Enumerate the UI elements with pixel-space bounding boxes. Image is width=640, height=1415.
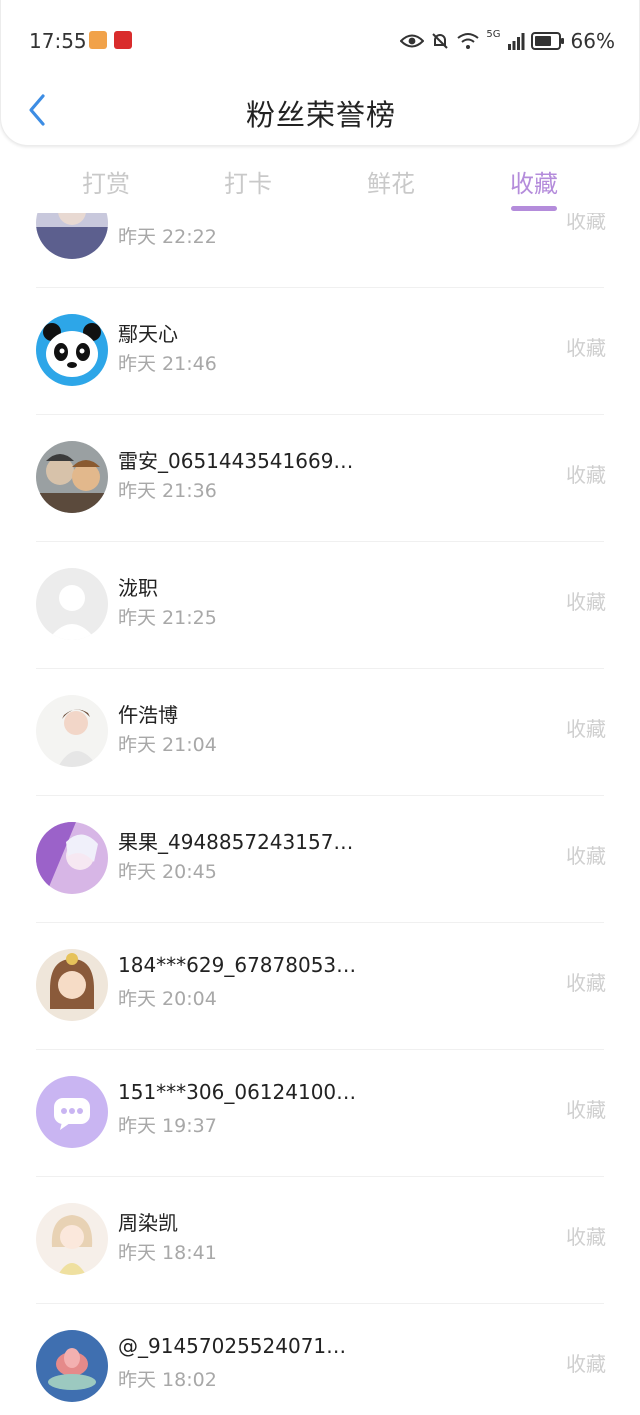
avatar — [36, 1203, 108, 1275]
avatar — [36, 949, 108, 1021]
timestamp: 昨天 22:22 — [118, 226, 217, 248]
timestamp: 昨天 20:45 — [118, 861, 217, 883]
status-time: 17:55 — [29, 29, 87, 53]
user-name: 鄢天心 — [118, 322, 178, 346]
list-item[interactable]: @_914570255240713846 昨天 18:02 收藏 — [0, 1304, 640, 1415]
avatar — [36, 1076, 108, 1148]
wifi-icon — [457, 33, 480, 49]
list-item[interactable]: 仵浩博 昨天 21:04 收藏 — [0, 669, 640, 796]
avatar — [36, 441, 108, 513]
tab-checkin[interactable]: 打卡 — [178, 164, 318, 199]
avatar — [36, 314, 108, 386]
list-item[interactable]: 泷职 昨天 21:25 收藏 — [0, 542, 640, 669]
tab-label: 鲜花 — [367, 170, 415, 198]
timestamp: 昨天 21:46 — [118, 353, 217, 375]
timestamp: 昨天 18:02 — [118, 1369, 217, 1391]
user-name: 泷职 — [118, 576, 158, 600]
user-name: 仵浩博 — [118, 703, 178, 727]
network-label: 5G — [486, 28, 501, 40]
mute-bell-icon — [432, 33, 449, 49]
tab-bar: 打赏 打卡 鲜花 收藏 — [0, 156, 640, 216]
favorite-label: 收藏 — [566, 590, 606, 614]
battery-percent: 66% — [570, 29, 615, 53]
timestamp: 昨天 21:04 — [118, 734, 217, 756]
avatar — [36, 1330, 108, 1402]
status-icons: 5G 66% — [400, 29, 615, 53]
notification-app-icon — [89, 31, 107, 49]
avatar — [36, 213, 108, 259]
list-item[interactable]: 周染凯 昨天 18:41 收藏 — [0, 1177, 640, 1304]
list-item[interactable]: 鄢天心 昨天 21:46 收藏 — [0, 288, 640, 415]
tab-flowers[interactable]: 鲜花 — [321, 164, 461, 199]
page-title: 粉丝荣誉榜 — [245, 98, 396, 132]
fan-list[interactable]: 昨天 22:22 收藏 鄢天心 昨天 21:46 收藏 雷安_065144354… — [0, 213, 640, 1415]
user-name: 184***629_6787805384 — [118, 953, 358, 977]
timestamp: 昨天 19:37 — [118, 1115, 217, 1137]
favorite-label: 收藏 — [566, 844, 606, 868]
timestamp: 昨天 20:04 — [118, 988, 217, 1010]
battery-icon — [530, 32, 564, 50]
favorite-label: 收藏 — [566, 1225, 606, 1249]
navigation-bar: 粉丝荣誉榜 — [1, 84, 640, 142]
favorite-label: 收藏 — [566, 463, 606, 487]
timestamp: 昨天 18:41 — [118, 1242, 217, 1264]
favorite-label: 收藏 — [566, 717, 606, 741]
signal-icon — [507, 33, 525, 50]
tab-label: 打卡 — [224, 170, 272, 198]
list-item[interactable]: 昨天 22:22 收藏 — [0, 213, 640, 288]
favorite-label: 收藏 — [566, 971, 606, 995]
tab-label: 打赏 — [82, 170, 130, 198]
list-item[interactable]: 雷安_06514435416691... 昨天 21:36 收藏 — [0, 415, 640, 542]
active-tab-indicator — [511, 206, 557, 211]
user-name: 周染凯 — [118, 1211, 178, 1235]
status-bar: 17:55 5G 66% — [1, 0, 640, 84]
eye-icon — [400, 34, 425, 48]
avatar — [36, 822, 108, 894]
header-card: 17:55 5G 66% 粉丝荣誉榜 — [0, 0, 640, 146]
avatar — [36, 568, 108, 640]
tab-label: 收藏 — [510, 170, 558, 198]
timestamp: 昨天 21:25 — [118, 607, 217, 629]
timestamp: 昨天 21:36 — [118, 480, 217, 502]
list-item[interactable]: 184***629_6787805384 昨天 20:04 收藏 — [0, 923, 640, 1050]
list-item[interactable]: 151***306_0612410066 昨天 19:37 收藏 — [0, 1050, 640, 1177]
notification-app-icon-2 — [114, 31, 132, 49]
tab-favorites[interactable]: 收藏 — [464, 164, 604, 211]
avatar — [36, 695, 108, 767]
user-name: 雷安_06514435416691... — [118, 449, 358, 473]
favorite-label: 收藏 — [566, 1352, 606, 1376]
user-name: 果果_49488572431577... — [118, 830, 358, 854]
user-name: 151***306_0612410066 — [118, 1080, 358, 1104]
tab-reward[interactable]: 打赏 — [36, 164, 176, 199]
favorite-label: 收藏 — [566, 1098, 606, 1122]
favorite-label: 收藏 — [566, 213, 606, 233]
list-item[interactable]: 果果_49488572431577... 昨天 20:45 收藏 — [0, 796, 640, 923]
user-name: @_914570255240713846 — [118, 1334, 358, 1358]
favorite-label: 收藏 — [566, 336, 606, 360]
